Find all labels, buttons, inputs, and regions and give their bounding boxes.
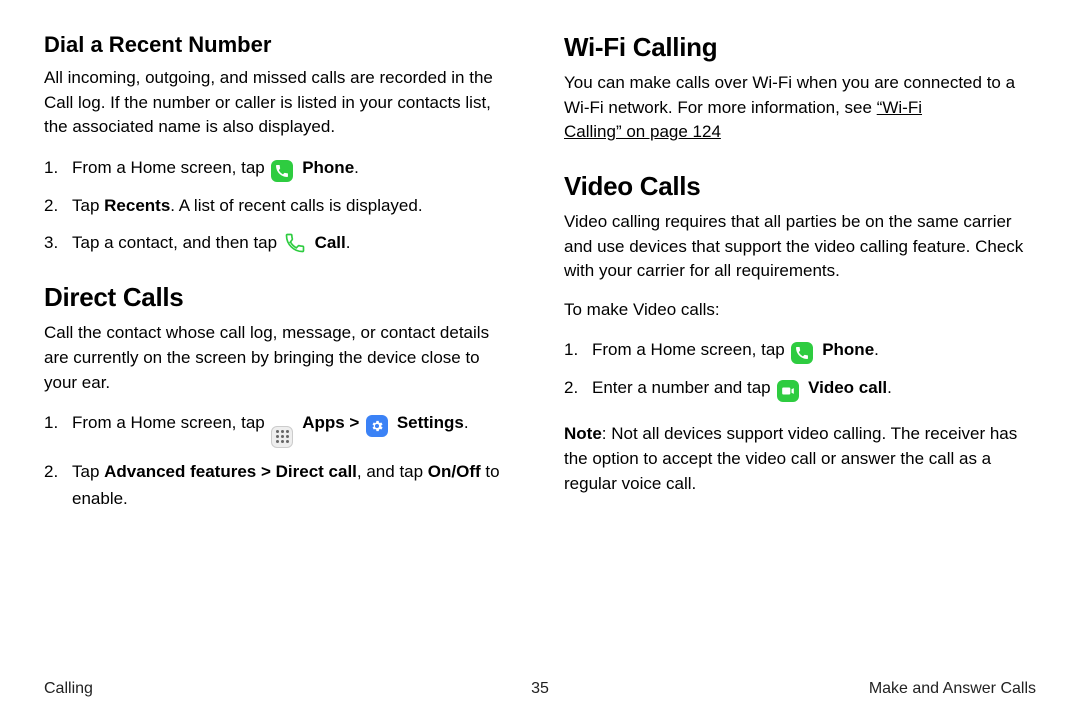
settings-icon [366,415,388,437]
text: Tap [72,462,104,481]
direct-intro: Call the contact whose call log, message… [44,321,516,395]
text: . [874,340,879,359]
two-column-layout: Dial a Recent Number All incoming, outgo… [44,32,1036,532]
chevron-right: > [256,462,275,481]
label-video-call: Video call [808,378,887,397]
text: Tap a contact, and then tap [72,233,282,252]
chevron-right: > [345,413,364,432]
direct-steps: From a Home screen, tap Apps > Settings.… [44,409,516,512]
label-apps: Apps [302,413,345,432]
text: Enter a number and tap [592,378,775,397]
dial-step-2: Tap Recents. A list of recent calls is d… [44,192,516,219]
text: From a Home screen, tap [72,413,269,432]
left-column: Dial a Recent Number All incoming, outgo… [44,32,516,532]
text: From a Home screen, tap [72,158,269,177]
video-call-icon [777,380,799,402]
heading-direct-calls: Direct Calls [44,282,516,313]
footer-left: Calling [44,680,93,698]
video-note: Note: Not all devices support video call… [564,422,1036,496]
label-phone: Phone [822,340,874,359]
note-label: Note [564,424,602,443]
video-steps: From a Home screen, tap Phone. Enter a n… [564,336,1036,402]
heading-video-calls: Video Calls [564,171,1036,202]
label-settings: Settings [397,413,464,432]
video-lead: To make Video calls: [564,298,1036,323]
dial-intro: All incoming, outgoing, and missed calls… [44,66,516,140]
video-intro: Video calling requires that all parties … [564,210,1036,284]
label-direct-call: Direct call [276,462,357,481]
label-recents: Recents [104,196,170,215]
right-column: Wi-Fi Calling You can make calls over Wi… [564,32,1036,532]
text: , and tap [357,462,428,481]
text: . A list of recent calls is displayed. [170,196,422,215]
text: You can make calls over Wi-Fi when you a… [564,73,1015,117]
video-step-1: From a Home screen, tap Phone. [564,336,1036,364]
video-step-2: Enter a number and tap Video call. [564,374,1036,402]
direct-step-1: From a Home screen, tap Apps > Settings. [44,409,516,448]
text: . [346,233,351,252]
dial-steps: From a Home screen, tap Phone. Tap Recen… [44,154,516,256]
text: . [887,378,892,397]
dial-step-1: From a Home screen, tap Phone. [44,154,516,182]
manual-page: Dial a Recent Number All incoming, outgo… [0,0,1080,720]
label-advanced-features: Advanced features [104,462,256,481]
apps-icon [271,426,293,448]
text: . [464,413,469,432]
call-outline-icon [284,232,306,254]
dial-step-3: Tap a contact, and then tap Call. [44,229,516,256]
footer-page-number: 35 [531,680,549,698]
page-footer: Calling 35 Make and Answer Calls [44,680,1036,698]
text: From a Home screen, tap [592,340,789,359]
phone-icon [271,160,293,182]
footer-right: Make and Answer Calls [869,680,1036,698]
wifi-intro: You can make calls over Wi-Fi when you a… [564,71,1036,145]
phone-icon [791,342,813,364]
label-phone: Phone [302,158,354,177]
text: Tap [72,196,104,215]
note-text: : Not all devices support video calling.… [564,424,1017,492]
label-call: Call [315,233,346,252]
label-on-off: On/Off [428,462,481,481]
heading-wifi-calling: Wi-Fi Calling [564,32,1036,63]
direct-step-2: Tap Advanced features > Direct call, and… [44,458,516,512]
apps-grid-icon [276,430,289,443]
heading-dial-recent: Dial a Recent Number [44,32,516,58]
text: . [354,158,359,177]
